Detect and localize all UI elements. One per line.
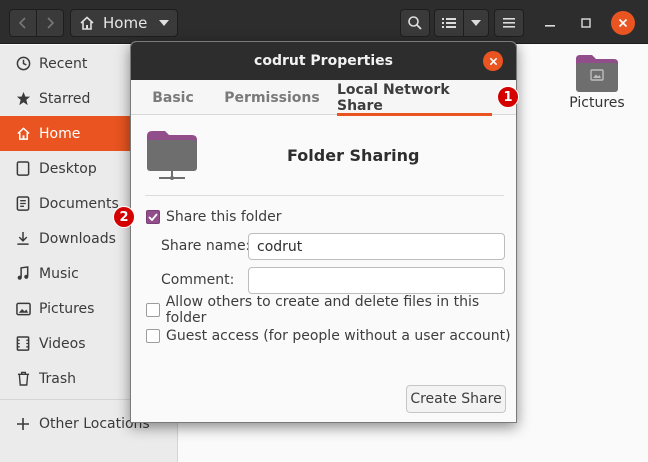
back-button[interactable] (9, 9, 37, 37)
maximize-icon (581, 18, 591, 28)
image-icon (15, 301, 31, 317)
sidebar-item-label: Downloads (39, 230, 116, 247)
desktop-icon (15, 161, 31, 177)
header-bar: Home (0, 0, 648, 44)
close-icon (489, 57, 497, 65)
clock-icon (15, 56, 31, 72)
file-item-label: Pictures (569, 95, 625, 111)
dialog-title: codrut Properties (254, 53, 393, 69)
share-name-input[interactable] (248, 233, 505, 260)
allow-others-checkbox-row[interactable]: Allow others to create and delete files … (146, 294, 516, 326)
caret-down-icon (471, 20, 481, 26)
annotation-marker-2: 2 (113, 206, 135, 228)
dialog-tabs: Basic Permissions Local Network Share (131, 80, 516, 116)
home-icon (15, 126, 31, 142)
checkmark-icon (148, 213, 158, 221)
search-icon (408, 16, 422, 30)
folder-sharing-title: Folder Sharing (287, 146, 420, 165)
star-icon (15, 91, 31, 107)
divider (145, 195, 504, 196)
guest-access-checkbox-row[interactable]: Guest access (for people without a user … (146, 326, 511, 346)
search-button[interactable] (400, 9, 430, 37)
pictures-folder-icon (576, 55, 618, 92)
sidebar-item-label: Pictures (39, 300, 95, 317)
sidebar-item-label: Starred (39, 90, 91, 107)
download-icon (15, 231, 31, 247)
sidebar-item-label: Documents (39, 195, 119, 212)
tab-local-network-share[interactable]: Local Network Share (337, 80, 492, 116)
allow-others-label: Allow others to create and delete files … (165, 294, 480, 326)
trash-icon (15, 371, 31, 387)
document-icon (15, 196, 31, 212)
plus-icon (15, 416, 31, 432)
maximize-button[interactable] (572, 9, 600, 37)
allow-others-checkbox[interactable] (146, 303, 160, 317)
list-view-icon (442, 18, 456, 28)
chevron-right-icon (47, 17, 55, 29)
annotation-marker-1: 1 (497, 86, 519, 108)
path-label: Home (103, 14, 148, 32)
window-close-button[interactable] (611, 11, 635, 35)
folder-sharing-header: Folder Sharing (131, 118, 516, 194)
tab-basic[interactable]: Basic (147, 80, 199, 115)
dialog-close-button[interactable] (483, 51, 503, 71)
share-name-label: Share name: (161, 238, 251, 254)
minimize-button[interactable] (536, 9, 564, 37)
properties-dialog: codrut Properties Basic Permissions Loca… (130, 41, 517, 423)
share-folder-checkbox-row[interactable]: Share this folder (146, 207, 282, 227)
home-icon (80, 16, 94, 30)
comment-input[interactable] (248, 267, 505, 294)
sidebar-item-label: Recent (39, 55, 88, 72)
share-folder-label: Share this folder (166, 209, 282, 225)
comment-label: Comment: (161, 272, 235, 288)
dialog-title-bar: codrut Properties (131, 42, 516, 80)
view-options-button[interactable] (463, 9, 489, 37)
music-icon (15, 266, 31, 282)
file-item-pictures[interactable]: Pictures (566, 50, 628, 120)
close-icon (618, 18, 628, 28)
forward-button[interactable] (36, 9, 64, 37)
sidebar-item-label: Home (39, 125, 81, 142)
sidebar-item-label: Videos (39, 335, 86, 352)
sidebar-item-label: Music (39, 265, 79, 282)
list-view-button[interactable] (434, 9, 464, 37)
path-bar-home[interactable]: Home (70, 9, 178, 37)
create-share-button[interactable]: Create Share (406, 385, 506, 413)
sidebar-item-label: Desktop (39, 160, 97, 177)
menu-button[interactable] (494, 9, 524, 37)
minimize-icon (545, 25, 555, 27)
caret-down-icon (159, 20, 169, 26)
share-folder-checkbox[interactable] (146, 210, 160, 224)
guest-access-label: Guest access (for people without a user … (166, 328, 511, 344)
hamburger-menu-icon (503, 18, 515, 28)
chevron-left-icon (18, 17, 26, 29)
tab-permissions[interactable]: Permissions (224, 80, 319, 115)
video-icon (15, 336, 31, 352)
sidebar-item-label: Trash (39, 370, 76, 387)
shared-folder-icon (147, 131, 197, 180)
guest-access-checkbox[interactable] (146, 329, 160, 343)
